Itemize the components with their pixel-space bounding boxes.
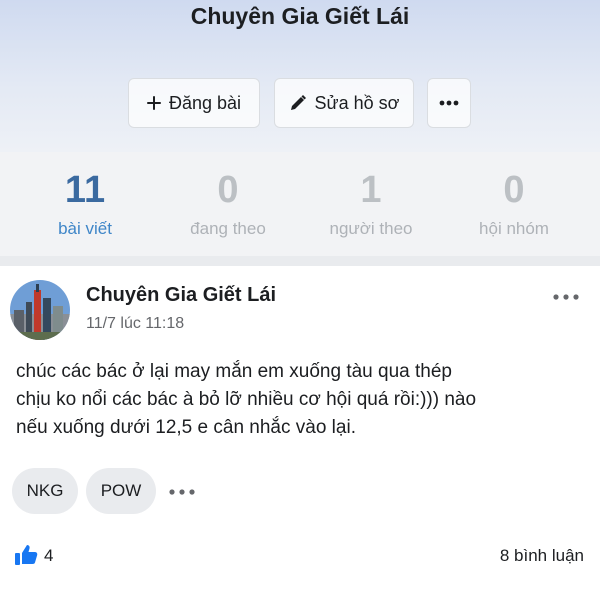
- comment-count[interactable]: 8 bình luận: [500, 546, 584, 566]
- profile-more-button[interactable]: [427, 78, 471, 128]
- tag-pow[interactable]: POW: [86, 468, 156, 514]
- stat-followers-label: người theo: [329, 219, 413, 238]
- stat-groups[interactable]: 0 hội nhóm: [439, 168, 589, 239]
- stat-groups-label: hội nhóm: [479, 219, 549, 238]
- like-icon[interactable]: [14, 544, 38, 566]
- stat-following-count: 0: [217, 169, 239, 211]
- stat-following-label: đang theo: [190, 219, 266, 238]
- stat-followers-count: 1: [360, 169, 382, 211]
- edit-profile-button[interactable]: Sửa hồ sơ: [274, 78, 414, 128]
- post-text-line: chúc các bác ở lại may mắn em xuống tàu …: [16, 361, 452, 382]
- post-body: chúc các bác ở lại may mắn em xuống tàu …: [16, 358, 586, 442]
- stat-posts-count: 11: [64, 169, 106, 211]
- post-timestamp[interactable]: 11/7 lúc 11:18: [86, 315, 184, 333]
- create-post-button[interactable]: Đăng bài: [128, 78, 260, 128]
- section-divider: [0, 256, 600, 266]
- stat-following[interactable]: 0 đang theo: [153, 168, 303, 239]
- stat-posts[interactable]: 11 bài viết: [10, 168, 160, 239]
- stat-posts-label: bài viết: [58, 219, 112, 238]
- tags-more-button[interactable]: [168, 485, 196, 497]
- edit-profile-label: Sửa hồ sơ: [314, 92, 400, 113]
- profile-name: Chuyên Gia Giết Lái: [190, 3, 410, 29]
- avatar[interactable]: [10, 280, 70, 340]
- like-count: 4: [44, 546, 54, 565]
- post-author[interactable]: Chuyên Gia Giết Lái: [86, 284, 276, 307]
- tag-nkg[interactable]: NKG: [12, 468, 78, 514]
- more-horizontal-icon: [439, 100, 459, 106]
- profile-header: Chuyên Gia Giết Lái Đăng bài Sửa hồ sơ: [0, 0, 600, 152]
- plus-icon: [146, 96, 161, 110]
- stat-groups-count: 0: [503, 169, 525, 211]
- post-text-line: chịu ko nổi các bác à bỏ lỡ nhiều cơ hội…: [16, 389, 477, 410]
- create-post-label: Đăng bài: [168, 92, 242, 113]
- stat-followers[interactable]: 1 người theo: [296, 168, 446, 239]
- more-horizontal-icon: [553, 294, 579, 300]
- post-more-button[interactable]: [552, 290, 580, 304]
- post-card: Chuyên Gia Giết Lái 11/7 lúc 11:18 chúc …: [0, 266, 600, 600]
- pencil-icon: [289, 94, 307, 112]
- profile-stats: 11 bài viết 0 đang theo 1 người theo 0 h…: [0, 152, 600, 256]
- post-text-line: nếu xuống dưới 12,5 e cân nhắc vào lại.: [16, 417, 356, 438]
- more-horizontal-icon: [169, 489, 195, 495]
